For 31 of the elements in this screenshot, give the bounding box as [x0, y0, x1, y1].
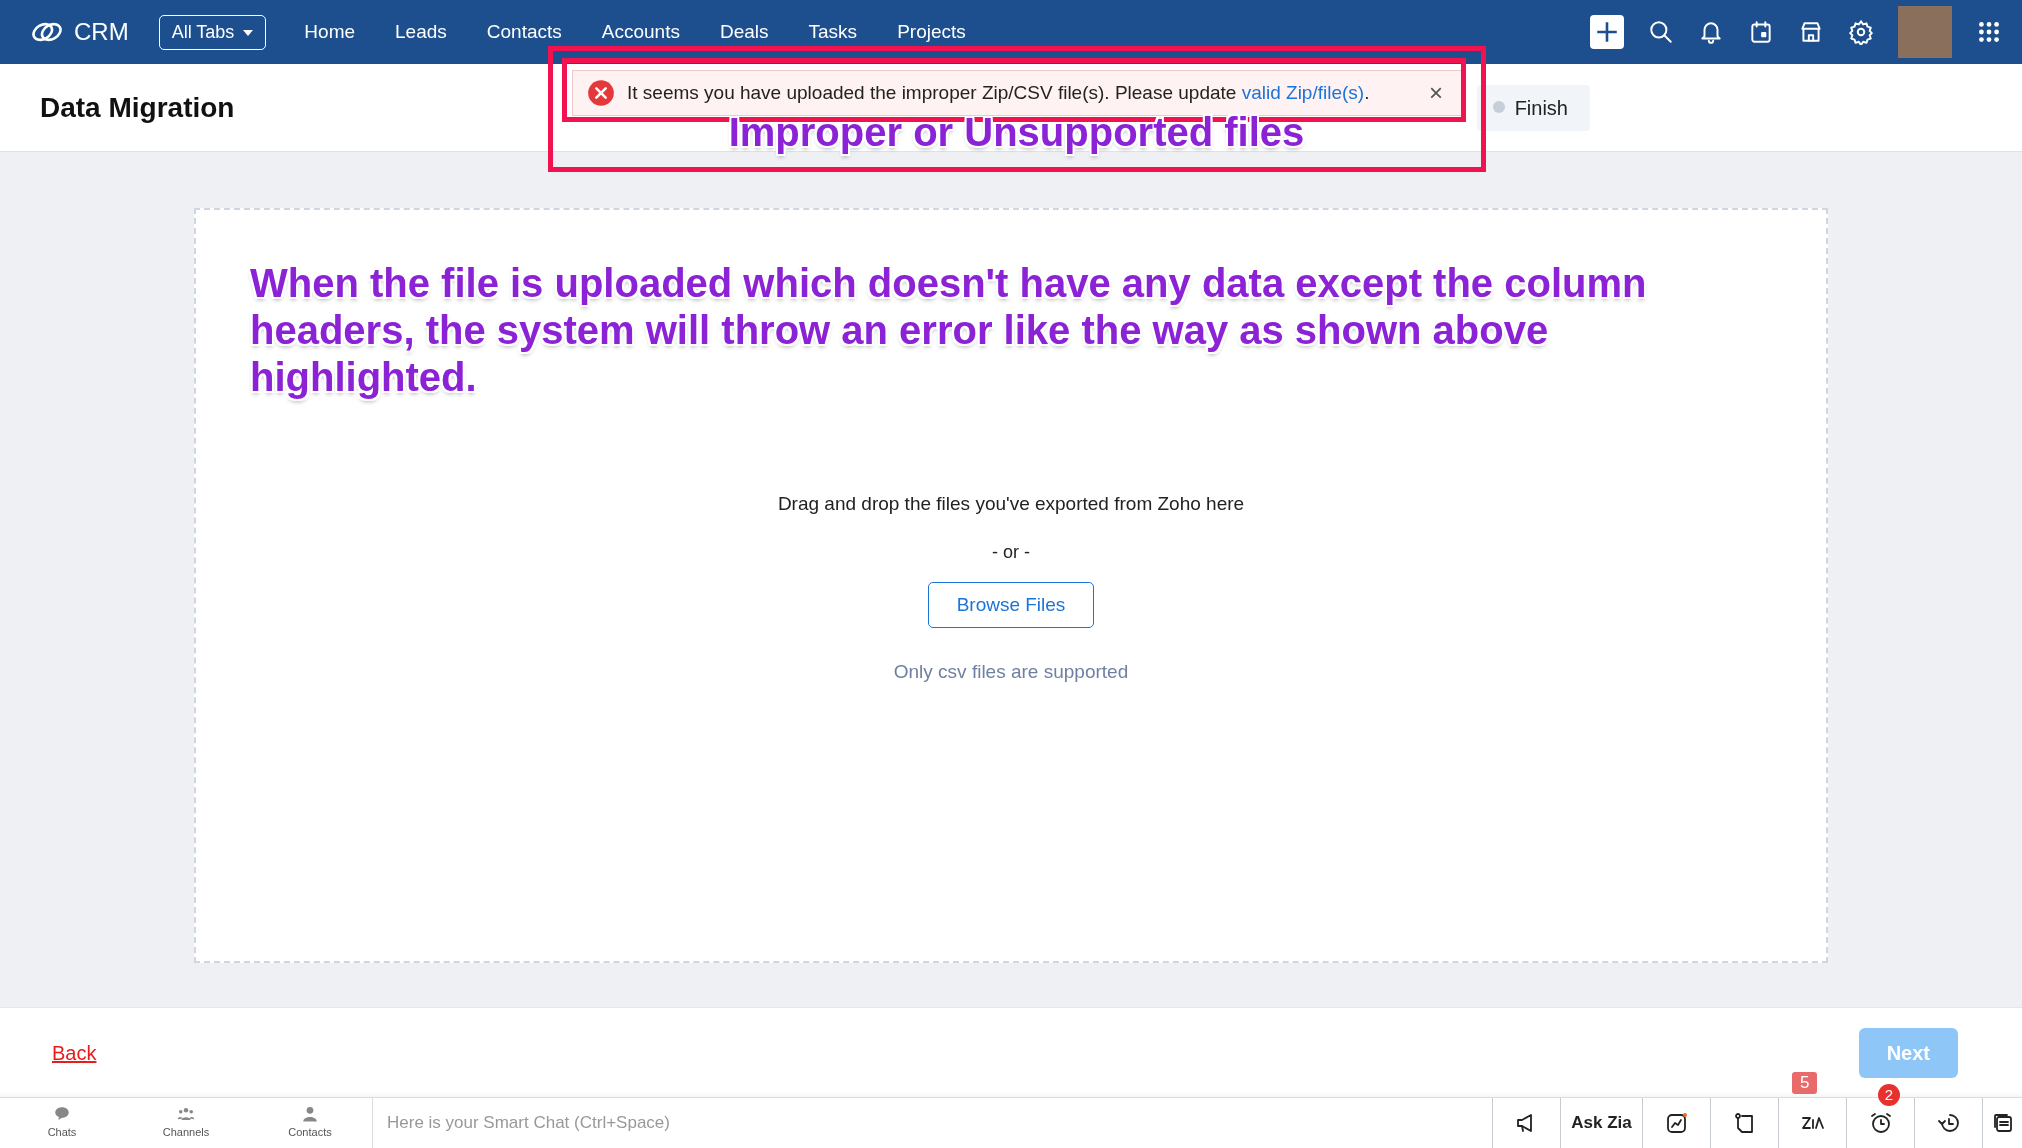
chat-tab-label: Chats: [47, 1125, 77, 1141]
chat-tab[interactable]: Chats: [0, 1098, 124, 1148]
close-button[interactable]: ×: [1425, 81, 1447, 105]
all-tabs-dropdown[interactable]: All Tabs: [158, 14, 267, 50]
nav-tab[interactable]: Leads: [395, 17, 447, 47]
valid-files-link[interactable]: valid Zip/file(s): [1241, 81, 1365, 103]
nav-tab[interactable]: Tasks: [808, 17, 858, 47]
logo-text: CRM: [74, 17, 129, 47]
nav-tab[interactable]: Deals: [719, 17, 769, 47]
chat-tab-label: Contacts: [288, 1125, 332, 1141]
nav-tab[interactable]: Contacts: [486, 17, 562, 47]
supported-files-note: Only csv files are supported: [893, 660, 1129, 684]
or-separator: - or -: [992, 540, 1030, 564]
back-link[interactable]: Back: [52, 1037, 97, 1068]
error-message: It seems you have uploaded the improper Zip/CSV file(s). Please update valid Zip/file(s).: [627, 80, 1370, 105]
browse-files-button[interactable]: Browse Files: [927, 581, 1095, 628]
count-badge: 2: [1878, 1084, 1900, 1106]
nav-tab[interactable]: Home: [304, 17, 356, 47]
nav-tab[interactable]: Projects: [897, 17, 966, 47]
count-badge: 5: [1792, 1072, 1818, 1094]
annotation-text: When the file is uploaded which doesn't have any data except the column headers, the system will throw an error like the way as shown above highlighted.: [250, 260, 1648, 401]
nav-tab[interactable]: Accounts: [601, 17, 680, 47]
chat-tab-label: Channels: [162, 1125, 210, 1141]
smart-chat-field[interactable]: Here is your Smart Chat (Ctrl+Space): [372, 1098, 1492, 1148]
annotation-title: Improper or Unsupported files: [727, 112, 1306, 152]
ask-zia-button[interactable]: Ask Zia: [1560, 1098, 1642, 1148]
step-pill: Finish: [1476, 84, 1590, 131]
drop-instruction: Drag and drop the files you've exported from Zoho here: [777, 492, 1245, 516]
chat-tab[interactable]: Contacts: [248, 1098, 372, 1148]
chat-tab[interactable]: Channels: [124, 1098, 248, 1148]
page-title: Data Migration: [39, 90, 236, 125]
